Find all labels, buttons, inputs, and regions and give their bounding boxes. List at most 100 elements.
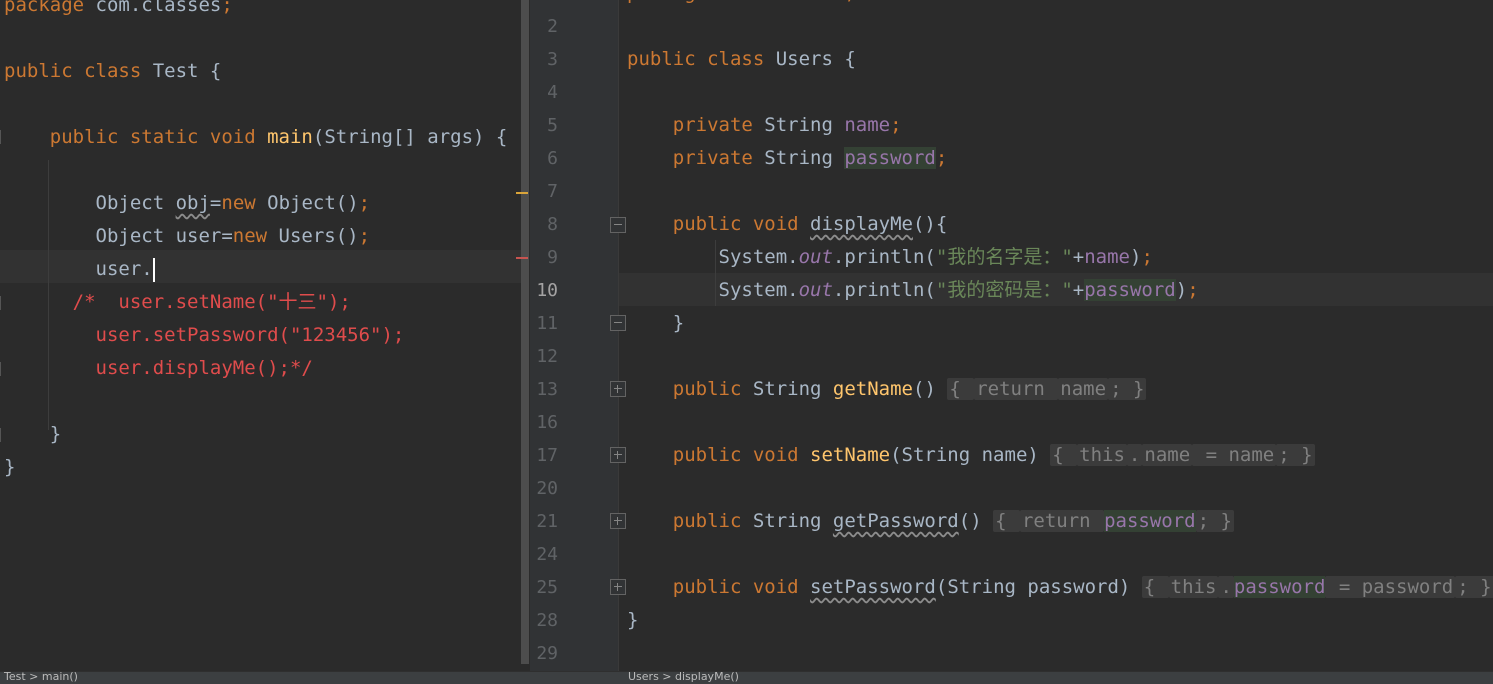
code-token: System. — [627, 246, 799, 268]
code-token: + — [1072, 246, 1085, 268]
code-line[interactable]: public class Users { — [627, 43, 856, 76]
code-token: password — [1233, 576, 1326, 598]
line-number: 3 — [547, 49, 558, 70]
code-line[interactable]: Object obj=new Object(); — [4, 187, 371, 220]
code-line[interactable]: System.out.println("我的名字是："+name); — [627, 241, 1153, 274]
line-number: 7 — [547, 181, 558, 202]
code-token: { — [1141, 576, 1169, 598]
code-token: .println( — [832, 246, 936, 268]
right-editor-pane[interactable]: 123456789101112131617202124252829 packag… — [530, 0, 1493, 683]
line-number: 5 — [547, 115, 558, 136]
code-token: () — [958, 510, 994, 532]
code-token: getPassword — [832, 510, 959, 532]
code-line[interactable]: public String getName() { return name; } — [627, 373, 1147, 406]
code-token: { — [1050, 444, 1078, 466]
code-token: ; — [358, 192, 371, 214]
code-token: com.classes — [84, 0, 222, 16]
right-breadcrumb[interactable]: Users > displayMe() — [628, 670, 739, 683]
code-line[interactable]: package com.classes; — [627, 0, 856, 10]
code-token: ; — [221, 0, 233, 16]
code-token: new — [232, 225, 279, 247]
code-token: public static void — [4, 126, 268, 148]
code-token: ; — [1187, 279, 1199, 301]
fold-expand-icon[interactable] — [610, 381, 626, 397]
line-number: 25 — [536, 577, 558, 598]
status-bar: Test > main() Users > displayMe() — [0, 670, 1493, 684]
code-line[interactable]: public class Test { — [4, 55, 221, 88]
code-token: { — [993, 510, 1020, 532]
code-line[interactable]: System.out.println("我的密码是："+password); — [627, 274, 1199, 307]
fold-collapse-icon[interactable] — [610, 315, 626, 331]
code-token: String — [764, 147, 845, 169]
fold-expand-icon[interactable] — [610, 447, 626, 463]
left-editor-pane[interactable]: package com.classes; public class Test { … — [0, 0, 530, 683]
code-token: password — [1084, 279, 1176, 301]
code-line[interactable]: public void setPassword(String password)… — [627, 571, 1493, 604]
code-token: String — [752, 510, 833, 532]
code-token: ; — [890, 114, 902, 136]
code-line[interactable]: private String password; — [627, 142, 947, 175]
code-token: password — [1104, 510, 1196, 532]
code-token: } — [627, 609, 639, 631]
code-token: name — [1142, 444, 1193, 466]
code-token: user.setPassword("123456"); — [4, 324, 405, 346]
code-line[interactable]: } — [4, 451, 15, 484]
fold-collapse-icon[interactable] — [610, 217, 626, 233]
code-token: setName — [810, 444, 891, 466]
code-token: } — [4, 423, 62, 445]
code-token: .println( — [832, 279, 936, 301]
line-number: 1 — [530, 0, 558, 10]
line-number: 28 — [536, 610, 558, 631]
code-token: new — [221, 192, 268, 214]
code-token: public void — [627, 444, 811, 466]
code-line[interactable]: public String getPassword() { return pas… — [627, 505, 1234, 538]
code-line[interactable]: } — [4, 418, 61, 451]
code-token: (String[] args) { — [312, 126, 508, 148]
code-token: /* user.setName("十三"); — [4, 291, 351, 313]
code-token: () — [913, 378, 948, 400]
code-token: getName — [832, 378, 913, 400]
code-token: this — [1077, 444, 1127, 466]
code-token: obj — [175, 192, 210, 214]
code-line[interactable]: user.setPassword("123456"); — [4, 319, 405, 352]
code-token: . — [1126, 444, 1143, 466]
editor-splitter[interactable] — [521, 0, 529, 664]
code-token: out — [798, 246, 833, 268]
code-token: private — [627, 114, 765, 136]
line-number: 29 — [536, 643, 558, 664]
code-line[interactable]: Object user=new Users(); — [4, 220, 371, 253]
fold-expand-icon[interactable] — [610, 513, 626, 529]
code-token: (){ — [912, 213, 948, 235]
left-breadcrumb[interactable]: Test > main() — [4, 670, 78, 683]
code-line[interactable]: package com.classes; — [4, 0, 233, 22]
code-token: password — [844, 147, 936, 169]
line-number: 8 — [547, 214, 558, 235]
code-token: user.displayMe();*/ — [4, 357, 313, 379]
code-token: name — [844, 114, 891, 136]
code-token: name — [1084, 246, 1130, 268]
text-caret — [152, 257, 155, 282]
code-line[interactable]: public static void main(String[] args) { — [4, 121, 508, 154]
code-token: Object user= — [4, 225, 233, 247]
code-token: setPassword — [810, 576, 936, 598]
code-line[interactable]: /* user.setName("十三"); — [4, 286, 351, 319]
code-token: ) — [1129, 246, 1142, 268]
warning-stripe[interactable] — [516, 192, 528, 194]
code-token: displayMe — [810, 213, 913, 235]
code-line[interactable]: } — [627, 604, 638, 637]
code-line[interactable]: user. — [4, 253, 155, 286]
error-stripe[interactable] — [516, 257, 528, 259]
code-token: name — [1058, 378, 1109, 400]
line-number: 6 — [547, 148, 558, 169]
code-token: } — [627, 312, 685, 334]
code-line[interactable]: } — [627, 307, 684, 340]
code-line[interactable]: private String name; — [627, 109, 902, 142]
code-line[interactable]: user.displayMe();*/ — [4, 352, 313, 385]
fold-expand-icon[interactable] — [610, 579, 626, 595]
code-token: (String password) — [935, 576, 1142, 598]
code-line[interactable]: public void displayMe(){ — [627, 208, 948, 241]
code-token: return — [974, 378, 1059, 400]
code-line[interactable]: public void setName(String name) { this.… — [627, 439, 1315, 472]
line-number: 4 — [547, 82, 558, 103]
line-number: 17 — [536, 445, 558, 466]
